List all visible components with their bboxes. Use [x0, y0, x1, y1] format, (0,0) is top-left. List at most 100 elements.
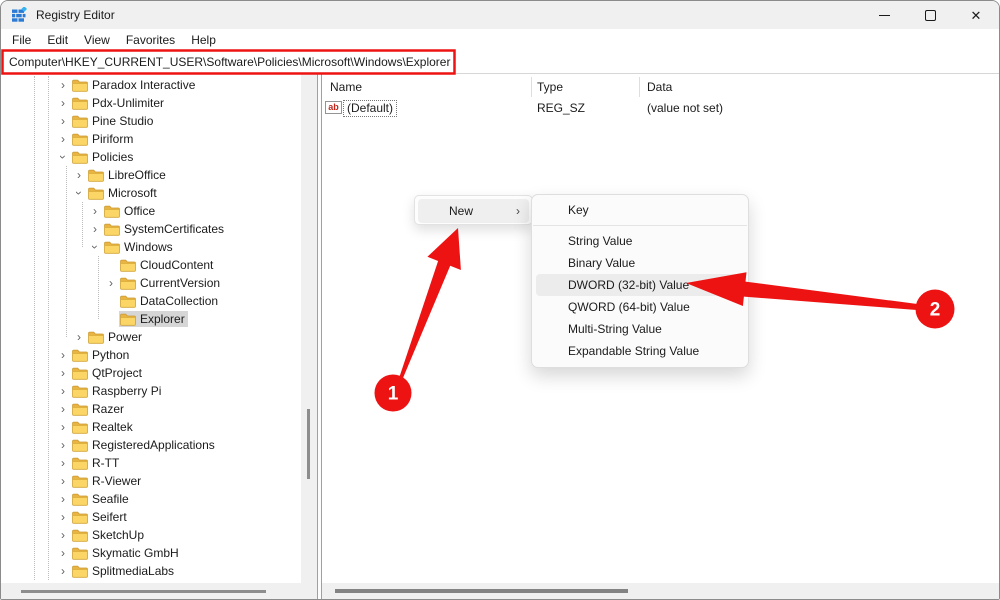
values-horizontal-scrollbar[interactable] — [322, 583, 999, 599]
tree-row[interactable]: › Seifert — [1, 508, 301, 526]
expander-icon[interactable]: › — [55, 439, 71, 451]
tree-row[interactable]: › CurrentVersion — [1, 274, 301, 292]
tree-row[interactable]: Explorer — [1, 310, 301, 328]
tree-item[interactable]: SystemCertificates — [103, 221, 227, 237]
tree-item[interactable]: DataCollection — [119, 293, 221, 309]
column-header-data[interactable]: Data — [647, 80, 672, 94]
expander-icon[interactable]: › — [55, 367, 71, 379]
expander-icon[interactable]: › — [55, 511, 71, 523]
tree-row[interactable]: › Pine Studio — [1, 112, 301, 130]
table-row[interactable]: ab (Default) REG_SZ (value not set) — [322, 99, 999, 117]
expander-icon[interactable]: › — [55, 529, 71, 541]
column-separator[interactable] — [639, 77, 640, 97]
tree-row[interactable]: › SystemCertificates — [1, 220, 301, 238]
tree-row[interactable]: › Raspberry Pi — [1, 382, 301, 400]
expander-icon[interactable]: › — [55, 133, 71, 145]
expander-icon[interactable]: › — [55, 421, 71, 433]
tree-item[interactable]: Python — [71, 347, 132, 363]
expander-icon[interactable]: › — [71, 331, 87, 343]
menubar-item-help[interactable]: Help — [183, 31, 224, 49]
value-name[interactable]: (Default) — [343, 100, 397, 117]
expander-icon[interactable]: › — [55, 385, 71, 397]
tree-row[interactable]: › SketchUp — [1, 526, 301, 544]
tree-item[interactable]: Explorer — [119, 311, 188, 327]
expander-icon[interactable]: › — [89, 239, 101, 255]
tree-item[interactable]: Microsoft — [87, 185, 160, 201]
tree-item[interactable]: SketchUp — [71, 527, 147, 543]
tree-row[interactable]: › Microsoft — [1, 184, 301, 202]
context-menu-item[interactable]: DWORD (32-bit) Value — [536, 274, 744, 296]
values-horizontal-scrollbar-thumb[interactable] — [335, 589, 628, 593]
minimize-button[interactable] — [861, 1, 907, 29]
expander-icon[interactable]: › — [55, 475, 71, 487]
maximize-button[interactable] — [907, 1, 953, 29]
tree-vertical-scrollbar-thumb[interactable] — [307, 409, 310, 479]
tree-horizontal-scrollbar-thumb[interactable] — [21, 590, 266, 593]
tree-item[interactable]: Pine Studio — [71, 113, 156, 129]
tree-item[interactable]: R-TT — [71, 455, 122, 471]
tree-row[interactable]: › Power — [1, 328, 301, 346]
expander-icon[interactable]: › — [87, 205, 103, 217]
tree-item[interactable]: R-Viewer — [71, 473, 144, 489]
tree-row[interactable]: › Windows — [1, 238, 301, 256]
menubar-item-favorites[interactable]: Favorites — [118, 31, 183, 49]
expander-icon[interactable]: › — [55, 547, 71, 559]
column-separator[interactable] — [531, 77, 532, 97]
tree-item[interactable]: Skymatic GmbH — [71, 545, 182, 561]
tree-row[interactable]: › Skymatic GmbH — [1, 544, 301, 562]
tree-item[interactable]: LibreOffice — [87, 167, 169, 183]
tree-row[interactable]: DataCollection — [1, 292, 301, 310]
expander-icon[interactable]: › — [73, 185, 85, 201]
tree-row[interactable]: › QtProject — [1, 364, 301, 382]
close-button[interactable]: ✕ — [953, 1, 999, 29]
tree-row[interactable]: › Piriform — [1, 130, 301, 148]
context-menu-item[interactable]: QWORD (64-bit) Value — [536, 296, 744, 318]
expander-icon[interactable]: › — [103, 277, 119, 289]
tree-row[interactable]: › R-TT — [1, 454, 301, 472]
tree-row[interactable]: › Office — [1, 202, 301, 220]
expander-icon[interactable]: › — [87, 223, 103, 235]
tree-item[interactable]: Paradox Interactive — [71, 77, 198, 93]
context-menu-item[interactable]: String Value — [536, 230, 744, 252]
tree-item[interactable]: Office — [103, 203, 158, 219]
tree-item[interactable]: CloudContent — [119, 257, 216, 273]
expander-icon[interactable]: › — [55, 349, 71, 361]
tree-row[interactable]: › Razer — [1, 400, 301, 418]
tree-item[interactable]: Pdx-Unlimiter — [71, 95, 167, 111]
tree-item[interactable]: Windows — [103, 239, 176, 255]
tree-row[interactable]: › RegisteredApplications — [1, 436, 301, 454]
expander-icon[interactable]: › — [55, 493, 71, 505]
tree-row[interactable]: CloudContent — [1, 256, 301, 274]
expander-icon[interactable]: › — [71, 169, 87, 181]
tree-row[interactable]: › R-Viewer — [1, 472, 301, 490]
tree-item[interactable]: SplitmediaLabs — [71, 563, 177, 579]
context-menu-item[interactable]: Binary Value — [536, 252, 744, 274]
expander-icon[interactable]: › — [57, 149, 69, 165]
tree-horizontal-scrollbar[interactable] — [1, 583, 317, 599]
tree-item[interactable]: Realtek — [71, 419, 136, 435]
tree-row[interactable]: › Seafile — [1, 490, 301, 508]
column-header-type[interactable]: Type — [537, 80, 563, 94]
context-menu-item[interactable]: Expandable String Value — [536, 340, 744, 362]
context-menu-item[interactable]: Key — [536, 198, 744, 222]
expander-icon[interactable]: › — [55, 115, 71, 127]
tree-row[interactable]: › Pdx-Unlimiter — [1, 94, 301, 112]
menubar-item-edit[interactable]: Edit — [39, 31, 76, 49]
tree-row[interactable]: › LibreOffice — [1, 166, 301, 184]
tree-row[interactable]: › SplitmediaLabs — [1, 562, 301, 580]
tree-row[interactable]: › Python — [1, 346, 301, 364]
expander-icon[interactable]: › — [55, 97, 71, 109]
menubar-item-file[interactable]: File — [4, 31, 39, 49]
tree-item[interactable]: Razer — [71, 401, 127, 417]
tree-row[interactable]: › Policies — [1, 148, 301, 166]
tree-item[interactable]: QtProject — [71, 365, 145, 381]
column-header-name[interactable]: Name — [330, 80, 362, 94]
tree-item[interactable]: Raspberry Pi — [71, 383, 164, 399]
tree-item[interactable]: Power — [87, 329, 145, 345]
expander-icon[interactable]: › — [55, 79, 71, 91]
expander-icon[interactable]: › — [55, 403, 71, 415]
tree-row[interactable]: › Paradox Interactive — [1, 76, 301, 94]
tree-item[interactable]: Seafile — [71, 491, 132, 507]
tree-item[interactable]: Policies — [71, 149, 136, 165]
context-menu-item-new[interactable]: New › — [418, 199, 529, 223]
